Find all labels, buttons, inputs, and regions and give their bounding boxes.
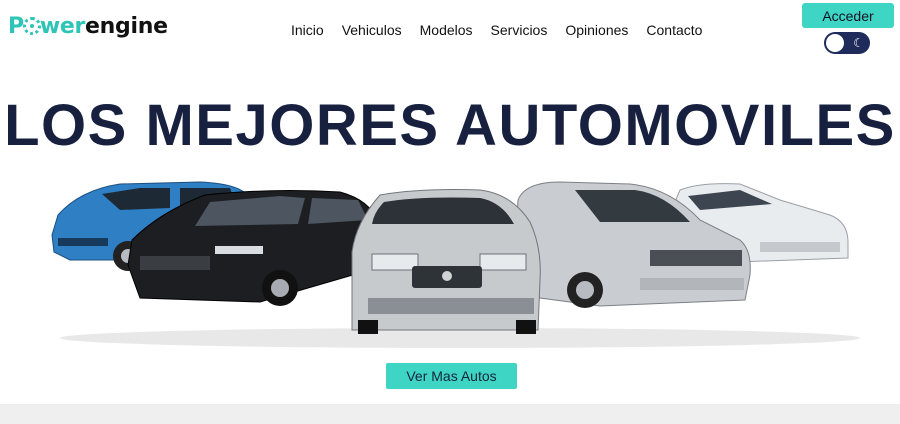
nav-item-opiniones[interactable]: Opiniones — [565, 22, 628, 38]
moon-icon: ☾ — [853, 36, 864, 50]
cars-lineup-image — [51, 181, 860, 348]
main-nav: Inicio Vehiculos Modelos Servicios Opini… — [291, 22, 720, 38]
nav-item-vehiculos[interactable]: Vehiculos — [342, 22, 402, 38]
hero-title: LOS MEJORES AUTOMOVILES — [4, 93, 896, 158]
nav-item-modelos[interactable]: Modelos — [420, 22, 473, 38]
nav-item-servicios[interactable]: Servicios — [491, 22, 548, 38]
theme-toggle[interactable]: ☾ — [824, 32, 870, 54]
logo-text-wer: wer — [39, 14, 86, 39]
logo-letter-p: P — [8, 14, 24, 39]
nav-item-inicio[interactable]: Inicio — [291, 22, 324, 38]
silver-sedan-front — [351, 189, 541, 334]
view-more-cars-button[interactable]: Ver Mas Autos — [386, 363, 517, 389]
login-button[interactable]: Acceder — [802, 3, 894, 28]
nav-item-contacto[interactable]: Contacto — [646, 22, 702, 38]
toggle-knob — [826, 34, 844, 52]
gear-icon — [22, 17, 41, 35]
footer-strip — [0, 404, 900, 424]
brand-logo[interactable]: Pwerengine — [8, 14, 168, 39]
logo-text-engine: engine — [85, 14, 168, 39]
